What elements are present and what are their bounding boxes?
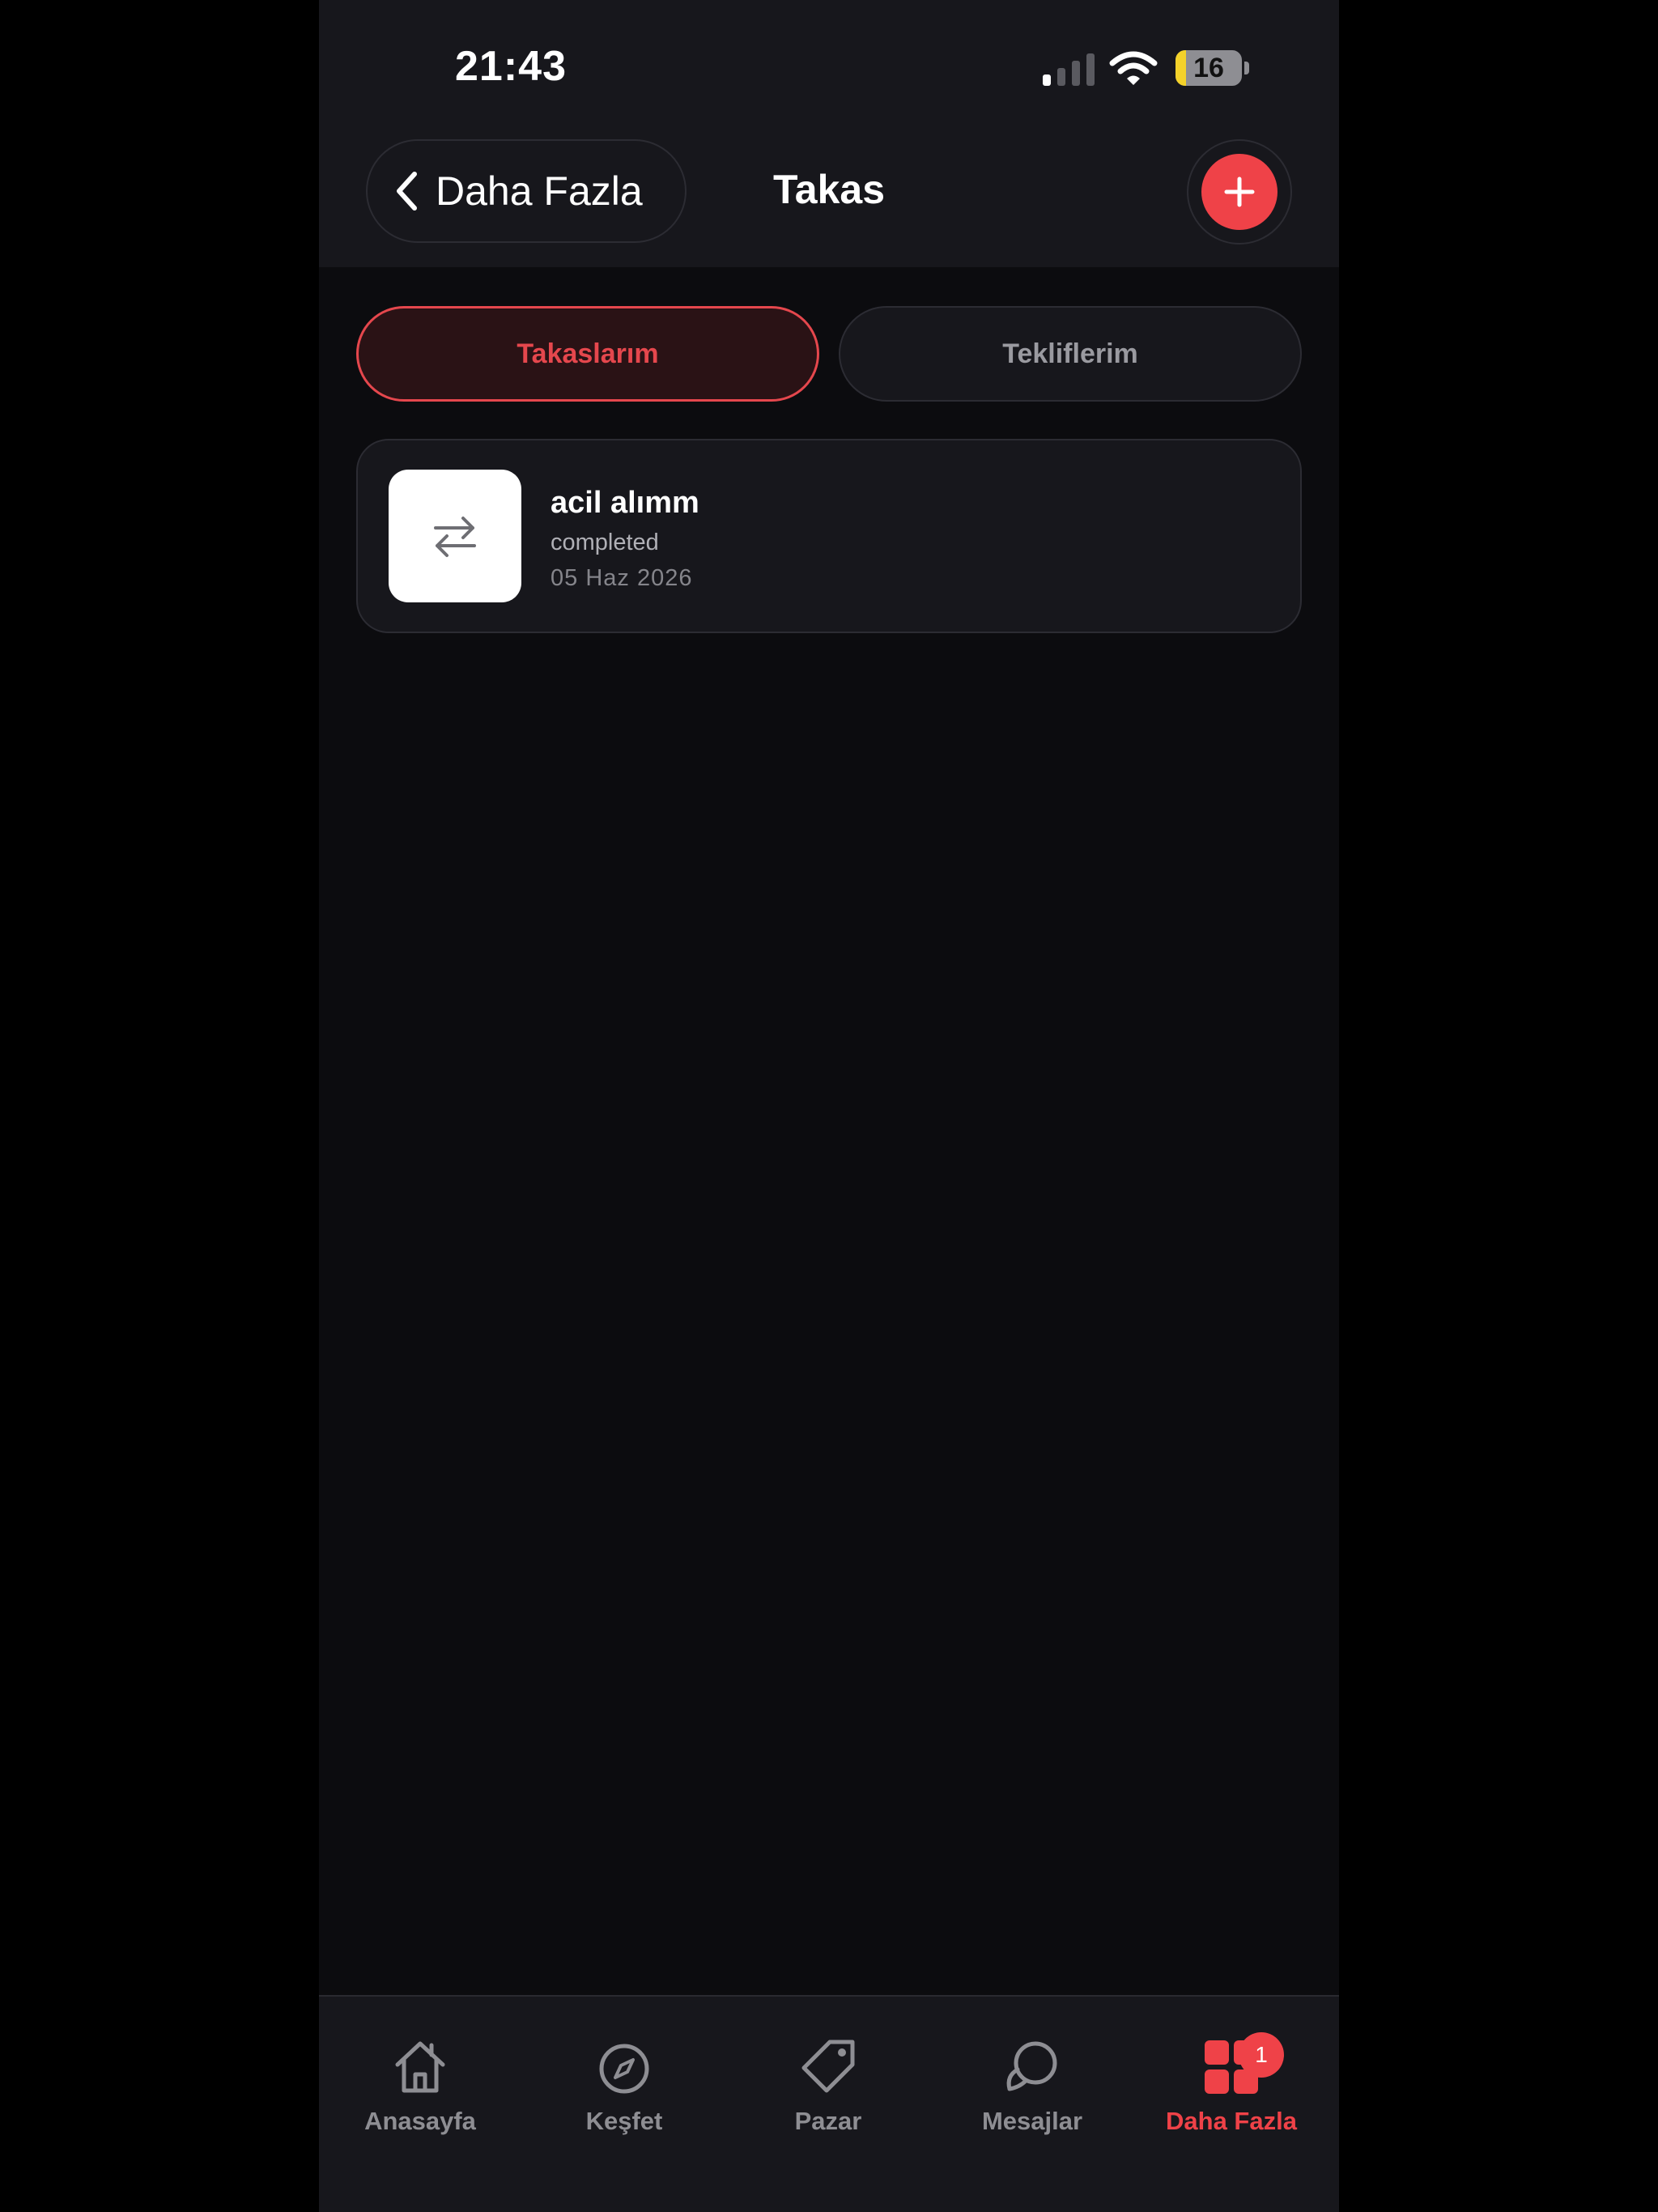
tab-bar-label: Pazar [794, 2107, 862, 2135]
tab-bar-label: Anasayfa [364, 2107, 476, 2135]
tab-label: Tekliflerim [1002, 338, 1138, 369]
page-title: Takas [772, 167, 886, 212]
battery-icon: 16 [1175, 50, 1242, 86]
status-time: 21:43 [455, 43, 567, 90]
tab-bar-label: Mesajlar [981, 2107, 1083, 2135]
plus-icon [1224, 177, 1255, 207]
phone-screen: 21:43 16 Daha Fazla Takas Takaslarım Tek… [319, 0, 1339, 2212]
tab-bar-item-mesajlar[interactable]: Mesajlar [931, 2034, 1133, 2136]
trade-thumbnail [389, 470, 521, 602]
battery-level: 16 [1193, 52, 1224, 83]
add-trade-button[interactable] [1187, 139, 1292, 245]
trade-date: 05 Haz 2026 [551, 565, 693, 591]
trade-list-item[interactable]: acil alımm completed 05 Haz 2026 [356, 439, 1302, 633]
add-button-circle [1201, 154, 1278, 230]
compass-icon [599, 2044, 649, 2094]
tab-bar-label: Keşfet [585, 2107, 663, 2135]
tab-takaslarim[interactable]: Takaslarım [356, 306, 819, 402]
tab-bar-item-pazar[interactable]: Pazar [727, 2034, 929, 2136]
battery-tip [1244, 62, 1249, 74]
tag-icon [801, 2040, 855, 2093]
chat-bubbles-icon [1006, 2041, 1057, 2091]
home-icon [395, 2041, 445, 2093]
notification-badge: 1 [1239, 2032, 1284, 2078]
tab-bar-item-anasayfa[interactable]: Anasayfa [319, 2034, 521, 2136]
tab-tekliflerim[interactable]: Tekliflerim [839, 306, 1302, 402]
trade-status: completed [551, 530, 659, 555]
back-button-label: Daha Fazla [436, 168, 643, 214]
cellular-signal-icon [1043, 53, 1096, 86]
header-area: 21:43 16 Daha Fazla Takas [319, 0, 1339, 267]
tab-bar-item-daha-fazla[interactable]: 1 Daha Fazla [1130, 2032, 1333, 2136]
back-button[interactable]: Daha Fazla [366, 139, 687, 243]
tab-bar-item-kesfet[interactable]: Keşfet [523, 2034, 725, 2136]
wifi-icon [1109, 51, 1158, 85]
tab-label: Takaslarım [517, 338, 659, 369]
trade-title: acil alımm [551, 486, 699, 520]
bottom-tab-bar: Anasayfa Keşfet Pazar Mesajlar 1 Daha Fa… [319, 1995, 1339, 2212]
tab-bar-label: Daha Fazla [1166, 2107, 1297, 2135]
chevron-left-icon [397, 172, 417, 211]
swap-arrows-icon [434, 517, 476, 557]
